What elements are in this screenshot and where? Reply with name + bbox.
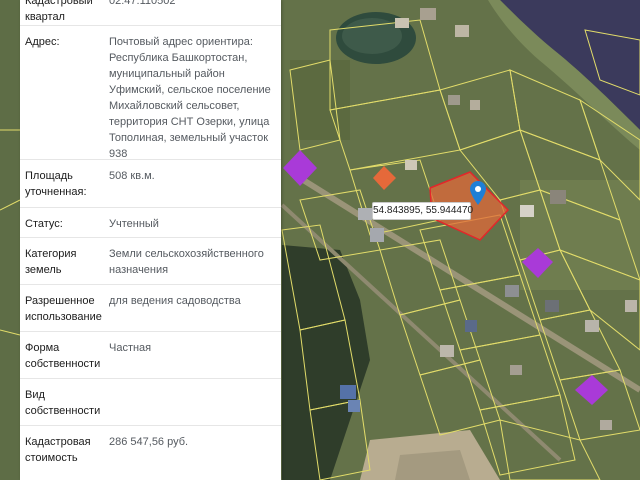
info-row-ownership-form: Форма собственности Частная [20,332,281,379]
info-label: Форма собственности [25,342,101,370]
info-value: Частная [109,342,152,354]
info-value: 02:47:110502 [109,0,176,7]
info-row-ownership-type: Вид собственности [20,379,281,426]
info-value: 286 547,56 руб. [109,436,189,448]
info-value: Земли сельскохозяйственного назначения [109,248,264,276]
info-row-status: Статус: Учтенный [20,208,281,238]
info-row-permitted-use: Разрешенное использование для ведения са… [20,285,281,332]
info-row-cadastral-quarter: Кадастровый квартал 02:47:110502 [20,0,281,26]
location-pin-icon[interactable] [470,181,486,205]
info-label: Адрес: [25,36,60,48]
info-value: Учтенный [109,218,159,230]
info-value: для ведения садоводства [109,295,241,307]
info-label: Кадастровая стоимость [25,436,91,464]
field-patch [290,60,350,140]
info-label: Статус: [25,218,63,230]
sand-area [395,450,470,480]
parcel-info-panel[interactable]: Кадастровый квартал 02:47:110502 Адрес: … [20,0,281,480]
info-value: Почтовый адрес ориентира: Республика Баш… [109,36,271,160]
info-label: Разрешенное использование [25,295,102,323]
info-label: Вид собственности [25,389,101,417]
coordinates-tooltip: 54.843895, 55.944470 [372,202,473,220]
info-value [104,387,281,425]
info-value: 508 кв.м. [109,170,155,182]
map-edge [0,0,20,480]
info-row-area: Площадь уточненная: 508 кв.м. [20,160,281,208]
info-label: Площадь уточненная: [25,170,87,198]
info-label: Кадастровый квартал [25,0,93,23]
info-label: Категория земель [25,248,77,276]
info-row-address: Адрес: Почтовый адрес ориентира: Республ… [20,26,281,160]
info-row-land-category: Категория земель Земли сельскохозяйствен… [20,238,281,285]
info-row-cadastral-value: Кадастровая стоимость 286 547,56 руб. [20,426,281,480]
